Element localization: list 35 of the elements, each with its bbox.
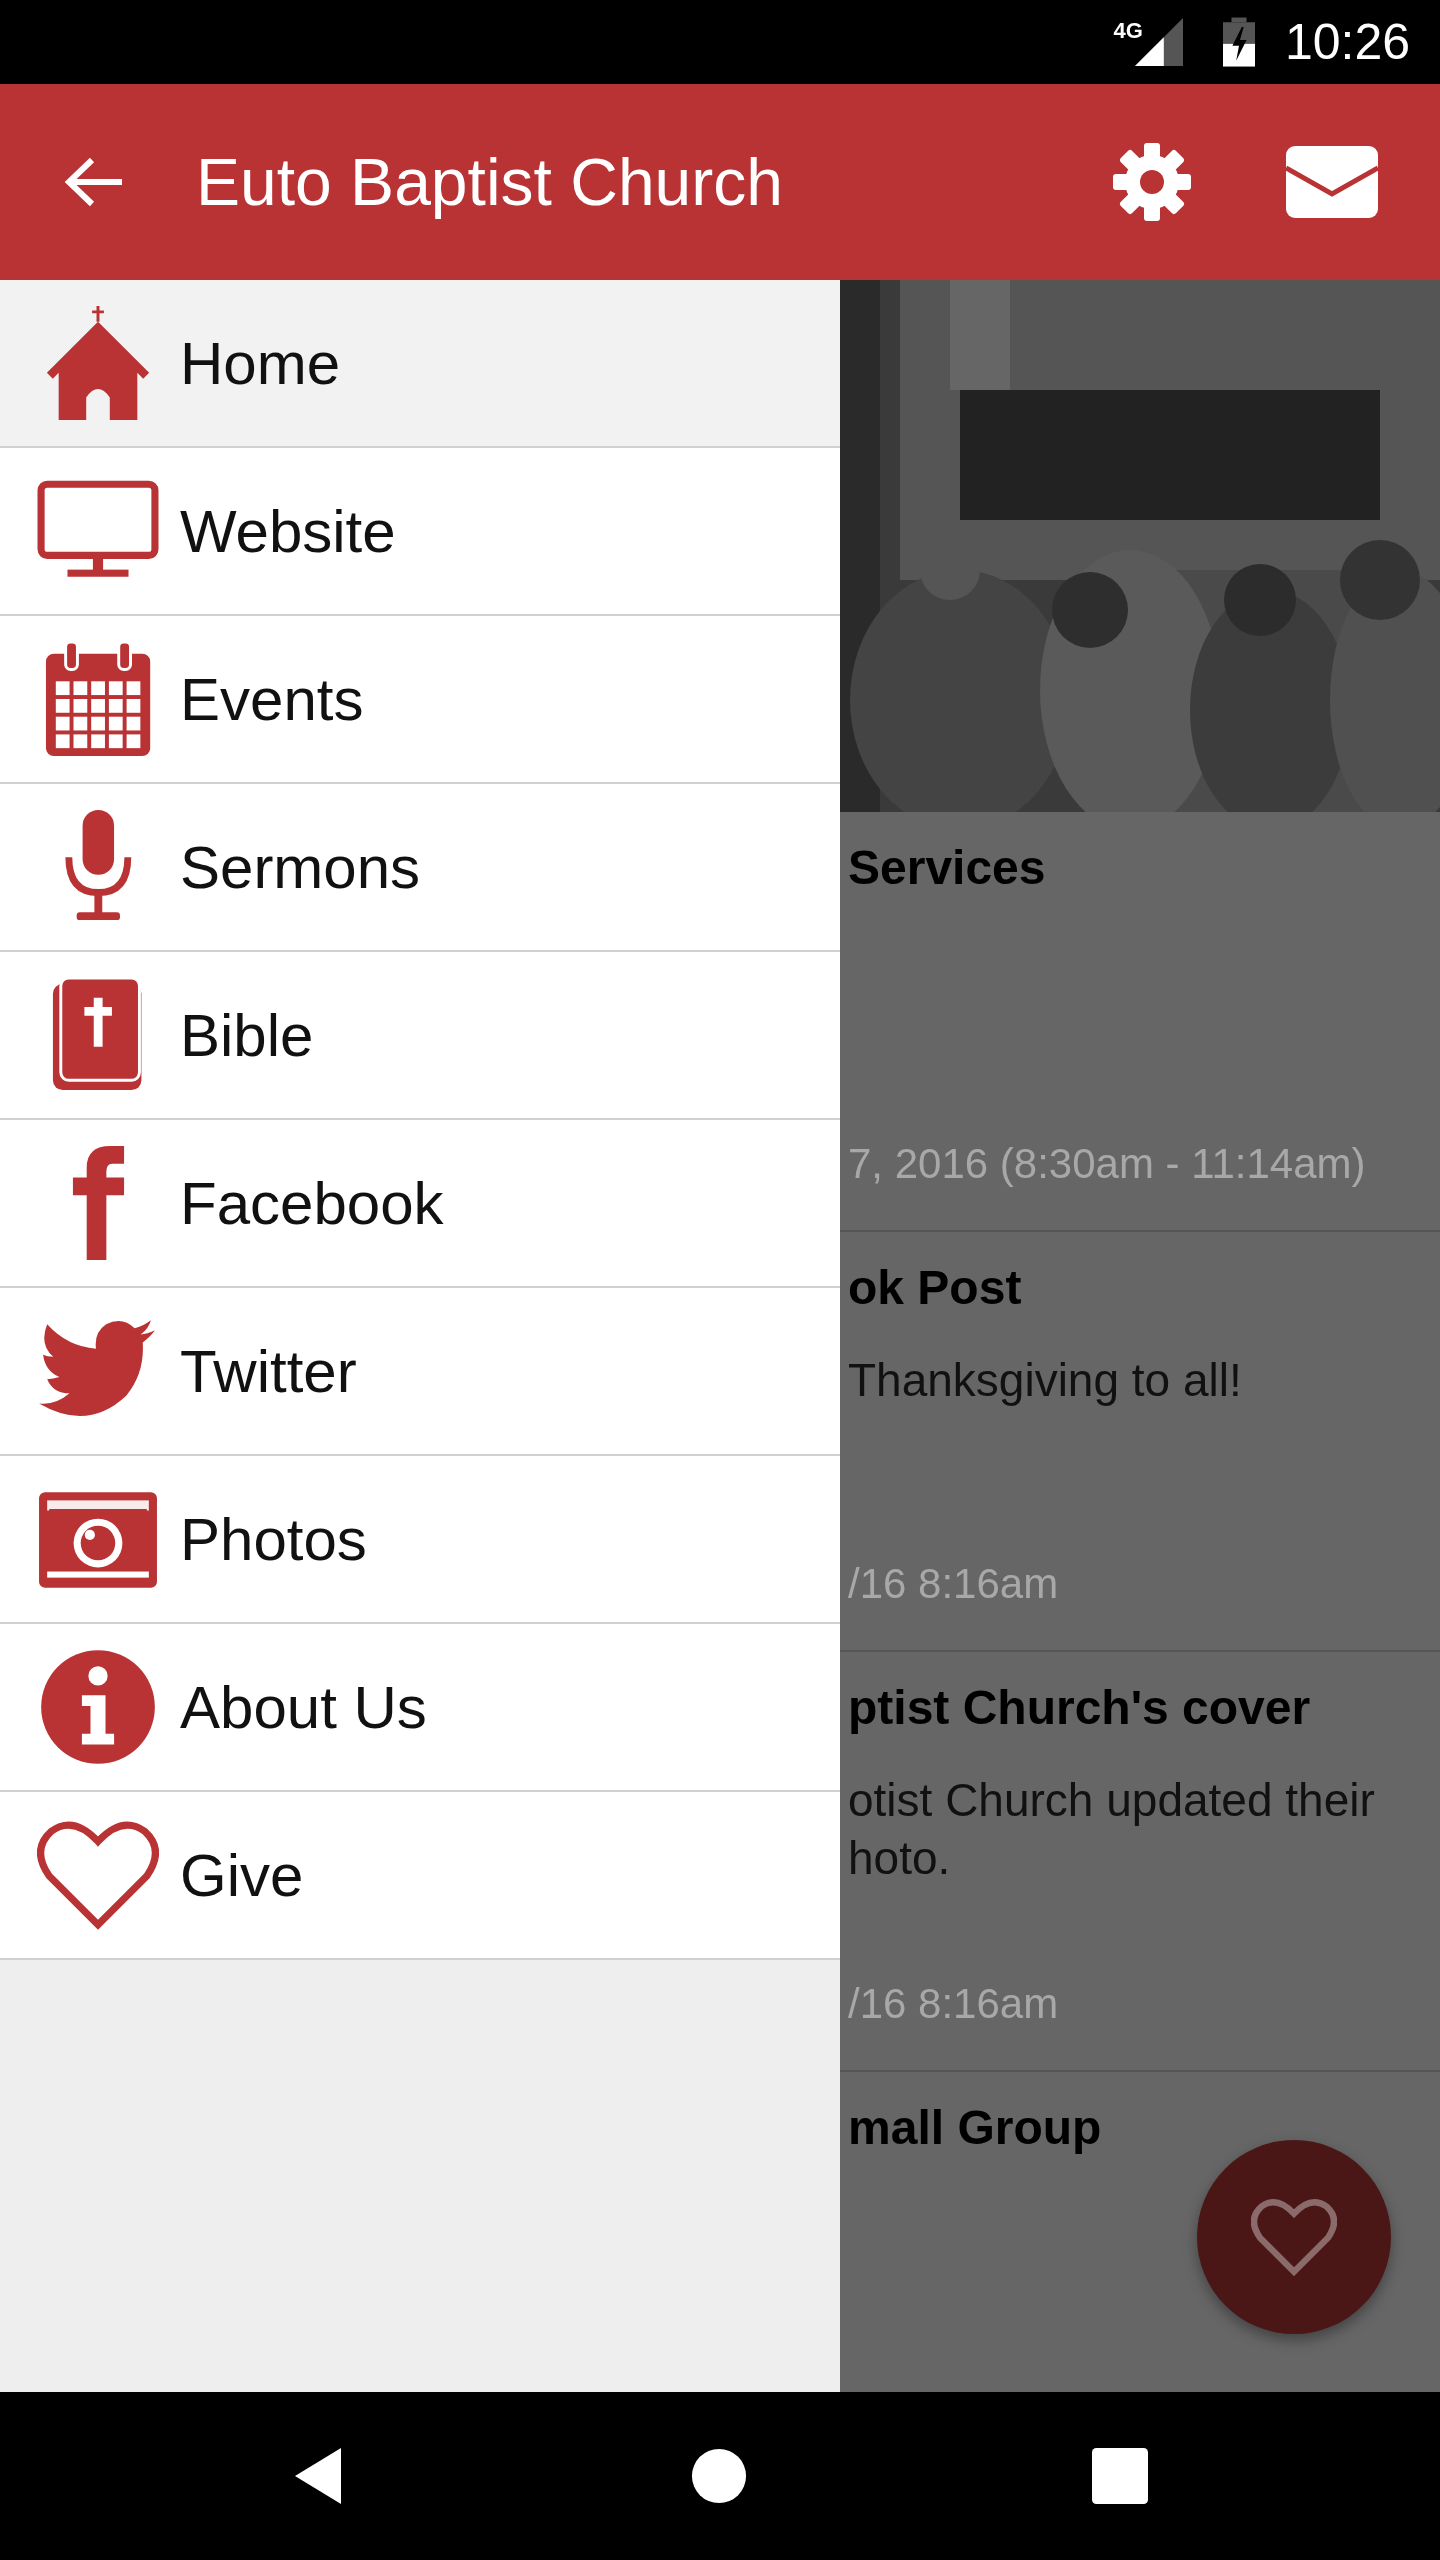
clock: 10:26 bbox=[1284, 13, 1410, 71]
post-title: ptist Church's cover bbox=[848, 1680, 1312, 1735]
info-icon bbox=[39, 1648, 157, 1766]
post-date: /16 8:16am bbox=[848, 1980, 1060, 2028]
home-icon[interactable] bbox=[691, 2446, 747, 2506]
drawer-item[interactable]: Sermons bbox=[0, 784, 840, 952]
post-date: 7, 2016 (8:30am - 11:14am) bbox=[848, 1140, 1367, 1188]
drawer-item[interactable]: Facebook bbox=[0, 1120, 840, 1288]
feed-card[interactable]: ok Post Thanksgiving to all! /16 8:16am bbox=[840, 1232, 1440, 1652]
mail-icon[interactable] bbox=[1286, 146, 1378, 218]
battery-charging-icon bbox=[1222, 17, 1255, 67]
post-text: otist Church updated their bbox=[848, 1773, 1376, 1828]
network-type: 4G bbox=[1113, 18, 1143, 44]
back-arrow-icon[interactable] bbox=[64, 157, 124, 207]
post-text: Thanksgiving to all! bbox=[848, 1353, 1243, 1408]
drawer-item[interactable]: Give bbox=[0, 1792, 840, 1960]
drawer-item[interactable]: Bible bbox=[0, 952, 840, 1120]
drawer-item[interactable]: Events bbox=[0, 616, 840, 784]
drawer-item[interactable]: Photos bbox=[0, 1456, 840, 1624]
post-title: ok Post bbox=[848, 1260, 1023, 1315]
feed-card[interactable]: Services 7, 2016 (8:30am - 11:14am) bbox=[840, 812, 1440, 1232]
feed-card[interactable]: ptist Church's cover otist Church updated their hoto. /16 8:16am bbox=[840, 1652, 1440, 2072]
drawer-item[interactable]: Twitter bbox=[0, 1288, 840, 1456]
drawer-item[interactable]: About Us bbox=[0, 1624, 840, 1792]
post-title: Services bbox=[848, 840, 1047, 895]
post-title: mall Group bbox=[848, 2100, 1103, 2155]
app-title: Euto Baptist Church bbox=[196, 144, 784, 220]
settings-icon[interactable] bbox=[1112, 142, 1192, 222]
drawer-item[interactable]: Website bbox=[0, 448, 840, 616]
heart-icon bbox=[1251, 2198, 1337, 2276]
post-text: hoto. bbox=[848, 1831, 952, 1886]
recents-icon[interactable] bbox=[1092, 2446, 1148, 2506]
post-date: /16 8:16am bbox=[848, 1560, 1060, 1608]
calendar-icon bbox=[43, 640, 153, 758]
drawer-item[interactable]: Home bbox=[0, 280, 840, 448]
